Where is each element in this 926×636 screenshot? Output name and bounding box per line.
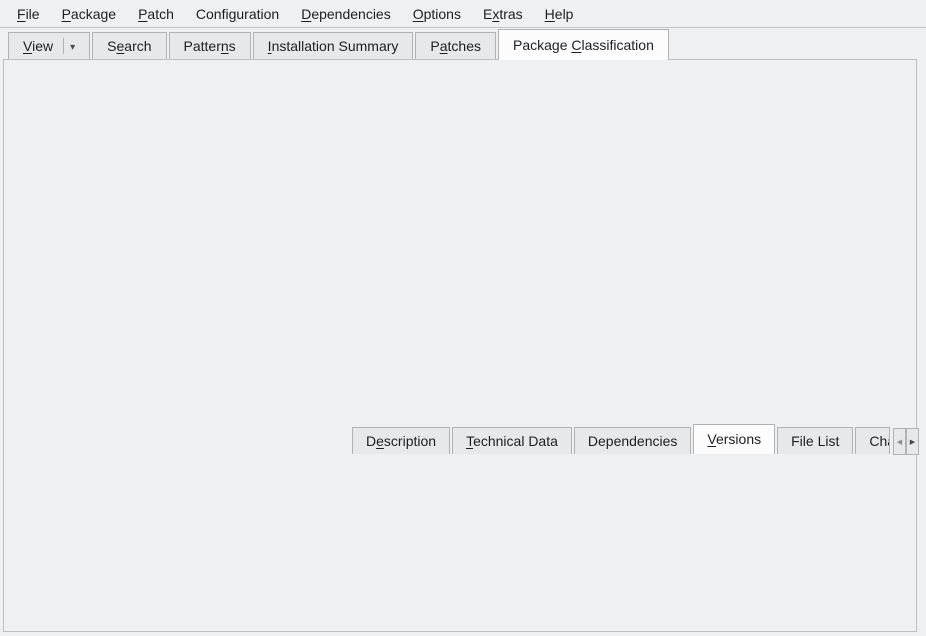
detail-tab-description[interactable]: Description [352,427,450,454]
tab-scroll-left-icon[interactable]: ◀ [893,428,906,455]
menu-item-dependencies[interactable]: Dependencies [290,2,402,26]
package-classification-tab-page [3,59,917,632]
detail-tab-dependencies[interactable]: Dependencies [574,427,692,454]
tab-installation-summary[interactable]: Installation Summary [253,32,414,60]
menu-item-options[interactable]: Options [402,2,472,26]
tab-scroll-right-icon[interactable]: ▶ [906,428,919,455]
tab-patches[interactable]: Patches [415,32,496,60]
chevron-down-icon[interactable]: ▾ [70,34,75,61]
menu-item-file[interactable]: File [6,2,51,26]
tab-package-classification[interactable]: Package Classification [498,29,669,60]
tab-search[interactable]: Search [92,32,166,60]
detail-tab-scroll-buttons: ◀ ▶ [893,428,919,455]
menu-item-configuration[interactable]: Configuration [185,2,290,26]
menu-bar: FilePackagePatchConfigurationDependencie… [0,0,926,28]
tab-patterns[interactable]: Patterns [169,32,251,60]
menu-item-extras[interactable]: Extras [472,2,534,26]
detail-tab-versions[interactable]: Versions [693,424,775,454]
menu-item-patch[interactable]: Patch [127,2,185,26]
detail-tab-cha[interactable]: Cha [855,427,890,454]
view-tab-bar: View▾SearchPatternsInstallation SummaryP… [0,29,926,60]
detail-tab-bar: DescriptionTechnical DataDependenciesVer… [352,424,892,454]
tab-view[interactable]: View▾ [8,32,90,60]
package-manager-window: FilePackagePatchConfigurationDependencie… [0,0,926,636]
detail-tab-file-list[interactable]: File List [777,427,853,454]
detail-tab-technical-data[interactable]: Technical Data [452,427,572,454]
view-tab-separator [63,38,64,54]
menu-item-package[interactable]: Package [51,2,128,26]
menu-item-help[interactable]: Help [534,2,585,26]
